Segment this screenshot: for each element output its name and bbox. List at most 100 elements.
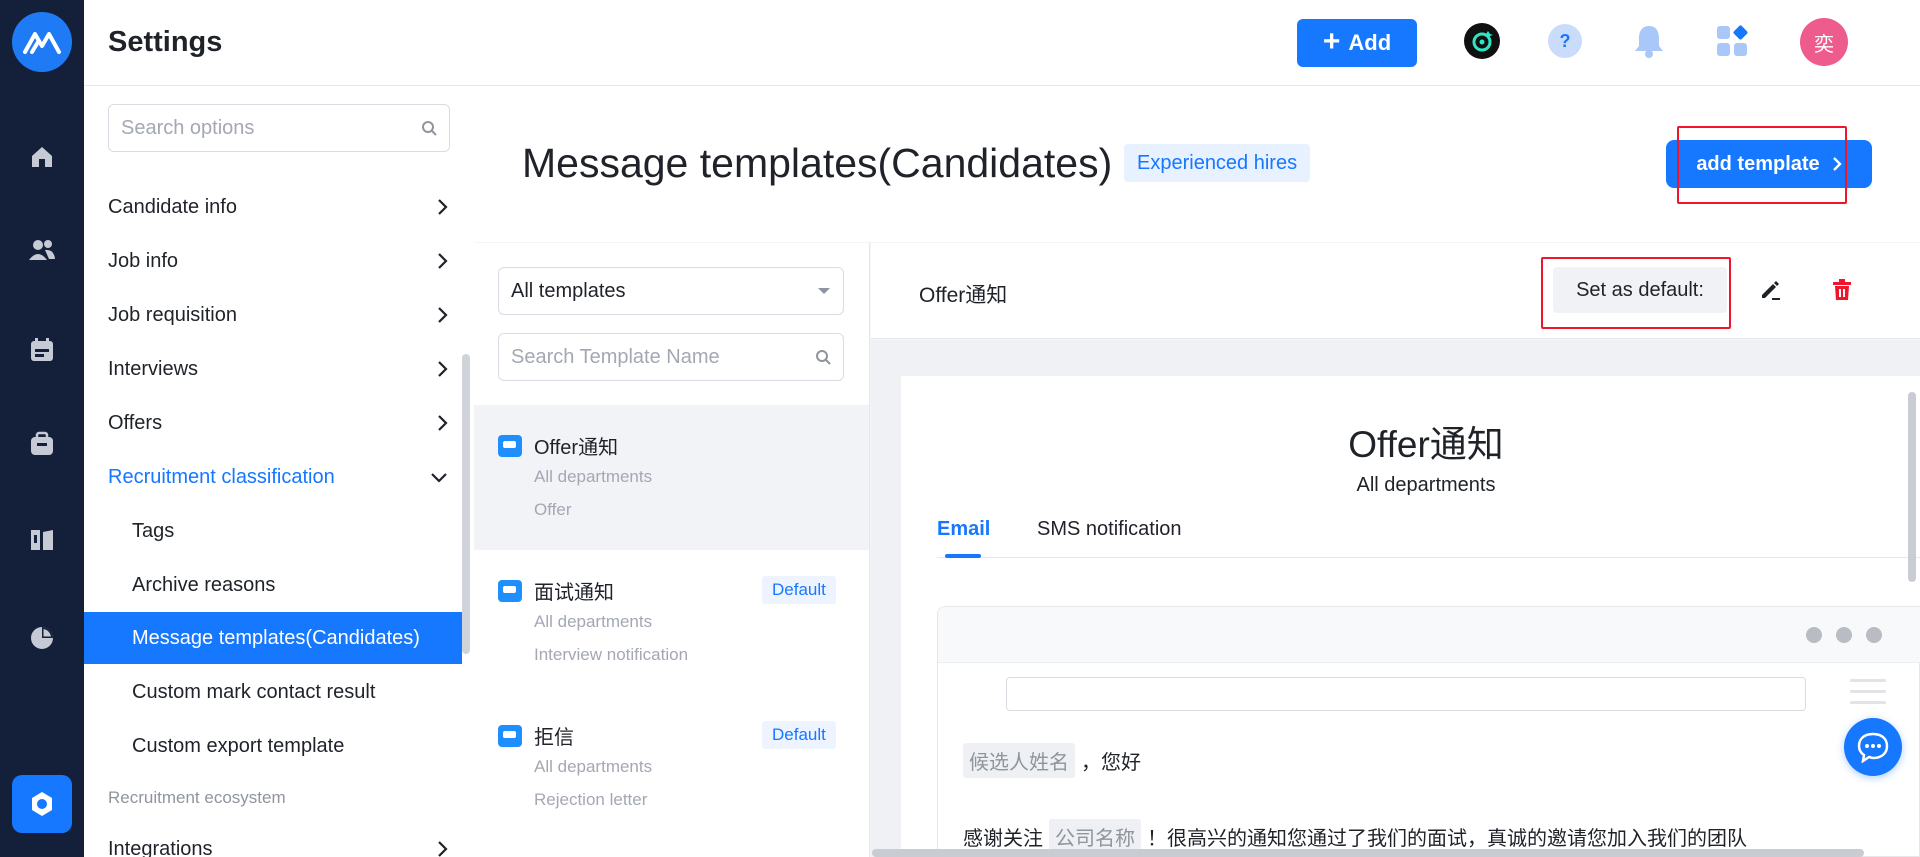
sidebar-item-candidate-info[interactable]: Candidate info: [108, 187, 448, 227]
search-options-placeholder: Search options: [121, 116, 255, 139]
jobs-briefcase-icon[interactable]: [22, 424, 62, 464]
talent-pool-icon[interactable]: [22, 520, 62, 560]
chevron-right-icon: [1832, 157, 1842, 171]
horizontal-scrollbar[interactable]: [872, 849, 1864, 857]
plus-icon: +: [1322, 24, 1341, 58]
template-preview-card: Offer通知 All departments Email SMS notifi…: [901, 376, 1920, 857]
chevron-right-icon: [438, 199, 448, 215]
calendar-icon[interactable]: [22, 330, 62, 370]
top-header: Settings + Add ? 奕: [84, 0, 1920, 86]
chevron-right-icon: [438, 253, 448, 269]
active-tab-indicator: [945, 554, 981, 558]
sidebar-item-label: Interviews: [108, 357, 199, 380]
thanks-text: 感谢关注: [963, 828, 1043, 850]
header-title: Settings: [108, 26, 223, 58]
settings-sidebar: Search options Candidate info Job info J…: [84, 86, 474, 857]
template-department: All departments: [534, 612, 653, 631]
search-template-placeholder: Search Template Name: [511, 345, 720, 368]
ai-assistant-icon[interactable]: [1462, 21, 1502, 61]
template-list-panel: All templates Search Template Name Offer…: [474, 243, 870, 857]
app-rail: [0, 0, 84, 857]
sidebar-subitem-message-templates[interactable]: Message templates(Candidates): [84, 612, 462, 664]
sidebar-subitem-label: Custom export template: [132, 734, 345, 757]
sidebar-item-label: Job info: [108, 249, 179, 272]
message-icon: [498, 435, 522, 457]
search-icon: [422, 121, 437, 136]
template-filter-select[interactable]: All templates: [498, 267, 844, 315]
email-preview-window: 候选人姓名 ，您好 感谢关注 公司名称 ！很高兴的通知您通过了我们的面试，真诚的…: [937, 606, 1920, 857]
page-header: Message templates(Candidates) Experience…: [474, 86, 1920, 242]
sidebar-item-recruitment-classification[interactable]: Recruitment classification: [108, 457, 448, 497]
body-text: ！很高兴的通知您通过了我们的面试，真诚的邀请您加入我们的团队: [1147, 828, 1747, 850]
sidebar-subitem-custom-mark-contact-result[interactable]: Custom mark contact result: [84, 666, 462, 718]
sidebar-subitem-label: Message templates(Candidates): [132, 626, 420, 649]
delete-trash-icon[interactable]: [1825, 273, 1859, 307]
settings-gear-icon: [32, 792, 52, 816]
template-type: Offer: [534, 500, 572, 519]
edit-pencil-icon[interactable]: [1753, 273, 1787, 307]
notification-bell-icon[interactable]: [1629, 21, 1669, 61]
sidebar-subitem-custom-export-template[interactable]: Custom export template: [84, 720, 462, 772]
template-item-offer[interactable]: Offer通知 All departments Offer: [474, 405, 869, 550]
apps-grid-icon[interactable]: [1712, 21, 1752, 61]
window-dot: [1806, 627, 1822, 643]
template-item-interview[interactable]: 面试通知 Default All departments Interview n…: [474, 550, 869, 695]
window-address-bar: [1006, 677, 1806, 711]
tab-label: SMS notification: [1037, 518, 1182, 540]
reports-pie-icon[interactable]: [22, 618, 62, 658]
add-template-label: add template: [1696, 152, 1820, 175]
template-item-rejection[interactable]: 拒信 Default All departments Rejection let…: [474, 695, 869, 840]
sidebar-item-interviews[interactable]: Interviews: [108, 349, 448, 389]
home-icon[interactable]: [22, 137, 62, 177]
template-type: Rejection letter: [534, 790, 648, 809]
app-logo[interactable]: [12, 12, 72, 72]
sidebar-subitem-label: Tags: [132, 519, 175, 542]
preview-tabs: Email SMS notification: [937, 518, 1920, 558]
chevron-right-icon: [438, 361, 448, 377]
add-button-label: Add: [1348, 30, 1392, 55]
sidebar-item-integrations[interactable]: Integrations: [108, 829, 448, 857]
add-button[interactable]: + Add: [1297, 19, 1417, 67]
template-department: All departments: [534, 757, 653, 776]
sidebar-item-label: Recruitment classification: [108, 465, 335, 488]
tab-sms-notification[interactable]: SMS notification: [1037, 518, 1182, 541]
sidebar-subitem-tags[interactable]: Tags: [84, 505, 462, 557]
sidebar-scrollbar[interactable]: [462, 354, 470, 654]
search-icon: [816, 350, 831, 365]
sidebar-section-label: Recruitment ecosystem: [108, 788, 286, 807]
help-icon[interactable]: ?: [1545, 21, 1585, 61]
template-name: 拒信: [534, 727, 574, 749]
sidebar-item-offers[interactable]: Offers: [108, 403, 448, 443]
caret-down-icon: [818, 288, 830, 294]
tab-label: Email: [937, 518, 991, 540]
detail-title: Offer通知: [919, 284, 1008, 307]
sidebar-item-job-requisition[interactable]: Job requisition: [108, 295, 448, 335]
set-as-default-button[interactable]: Set as default:: [1553, 267, 1727, 313]
add-template-button[interactable]: add template: [1666, 140, 1872, 188]
preview-title: Offer通知: [1348, 424, 1504, 465]
settings-nav-button[interactable]: [12, 775, 72, 833]
template-filter-value: All templates: [511, 279, 626, 302]
default-badge: Default: [762, 576, 836, 604]
template-name: 面试通知: [534, 582, 614, 604]
hire-type-tag: Experienced hires: [1124, 144, 1311, 182]
search-options-input[interactable]: Search options: [108, 104, 450, 152]
candidates-icon[interactable]: [22, 230, 62, 270]
sidebar-item-label: Candidate info: [108, 195, 237, 218]
template-preview-area: Offer通知 All departments Email SMS notifi…: [871, 340, 1920, 857]
search-template-input[interactable]: Search Template Name: [498, 333, 844, 381]
template-name: Offer通知: [534, 437, 619, 459]
sidebar-item-label: Offers: [108, 411, 163, 434]
user-avatar[interactable]: 奕: [1800, 18, 1848, 66]
vertical-scrollbar[interactable]: [1908, 392, 1916, 582]
template-type: Interview notification: [534, 645, 689, 664]
window-dot: [1866, 627, 1882, 643]
chat-support-button[interactable]: [1844, 718, 1902, 776]
sidebar-item-label: Integrations: [108, 837, 213, 857]
sidebar-subitem-archive-reasons[interactable]: Archive reasons: [84, 559, 462, 611]
sidebar-item-job-info[interactable]: Job info: [108, 241, 448, 281]
chevron-right-icon: [438, 841, 448, 857]
tab-email[interactable]: Email: [937, 518, 990, 541]
message-icon: [498, 725, 522, 747]
template-department: All departments: [534, 467, 653, 486]
